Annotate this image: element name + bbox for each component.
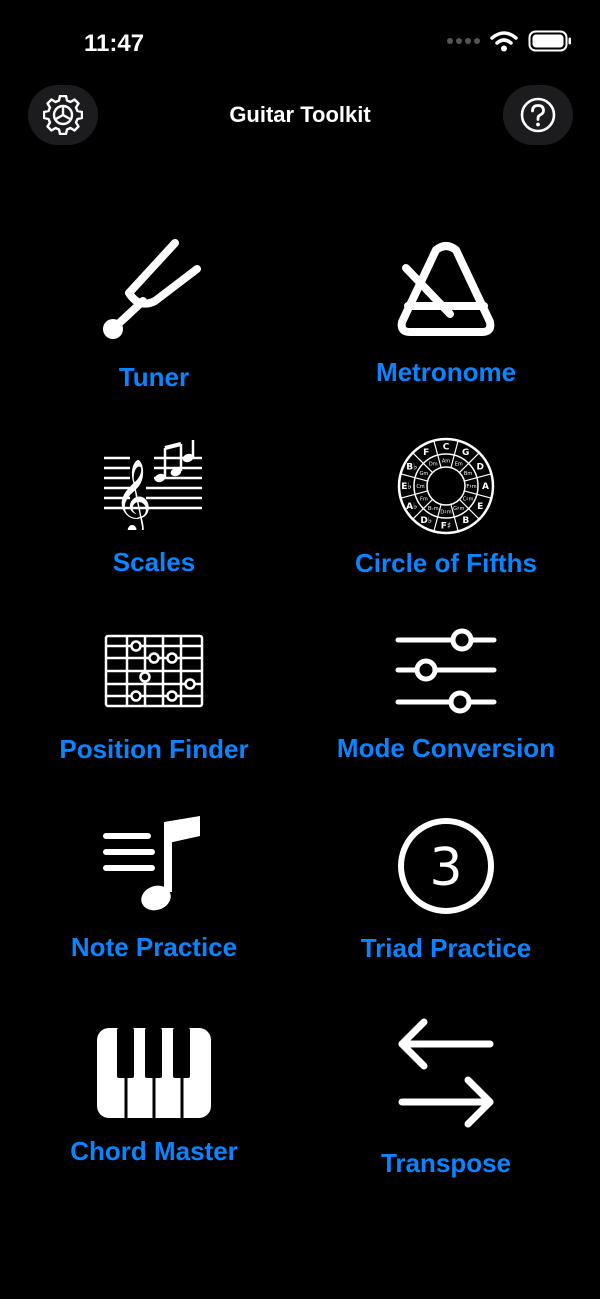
music-note-list-icon xyxy=(103,816,200,911)
tool-label-tuner: Tuner xyxy=(118,362,190,392)
tool-label-scales: Scales xyxy=(112,547,196,577)
status-icons xyxy=(446,30,572,52)
tool-label-triad-practice: Triad Practice xyxy=(360,933,532,963)
sliders-icon xyxy=(395,628,497,714)
help-button[interactable] xyxy=(503,85,573,145)
fretboard-icon xyxy=(104,634,204,708)
cof-outer-key: F♯ xyxy=(441,522,452,532)
number-3-circle-icon: 3 xyxy=(398,818,494,914)
cof-outer-key: E♭ xyxy=(401,482,411,492)
tool-mode-conversion[interactable]: Mode Conversion xyxy=(296,628,596,770)
cof-outer-key: C xyxy=(443,443,450,453)
cof-outer-key: E xyxy=(477,502,483,512)
cof-inner-key: B♭m xyxy=(428,506,439,512)
tool-tuner[interactable]: Tuner xyxy=(4,235,304,395)
tool-chord-master[interactable]: Chord Master xyxy=(4,1026,304,1176)
tool-note-practice[interactable]: Note Practice xyxy=(4,814,304,974)
svg-text:𝄞: 𝄞 xyxy=(114,460,152,530)
status-time: 11:47 xyxy=(84,30,145,57)
cof-outer-key: B♭ xyxy=(406,462,417,472)
cof-outer-key: B xyxy=(462,516,469,526)
tool-scales[interactable]: 𝄞 Scales xyxy=(4,440,304,585)
tool-triad-practice[interactable]: 3 Triad Practice xyxy=(296,815,596,975)
cof-inner-key: Am xyxy=(442,458,450,464)
cof-outer-key: F xyxy=(423,448,429,458)
tool-position-finder[interactable]: Position Finder xyxy=(4,632,304,772)
metronome-icon xyxy=(397,242,495,336)
circle-of-fifths-icon: C GDAEB F♯ D♭A♭ E♭ B♭ F Am EmBm F♯m C♯m G♯mD♯mB♭mF… xyxy=(397,437,495,535)
cof-outer-key: G xyxy=(462,448,469,458)
piano-keys-icon xyxy=(97,1028,211,1118)
cof-inner-key: Fm xyxy=(420,497,428,503)
battery-icon xyxy=(528,30,571,52)
cof-outer-key: A xyxy=(482,482,489,492)
cof-inner-key: Em xyxy=(455,462,463,468)
cellular-dots-icon xyxy=(447,38,480,44)
tool-label-circle-of-fifths: Circle of Fifths xyxy=(354,548,537,578)
wifi-icon xyxy=(490,31,518,52)
cof-outer-key: A♭ xyxy=(406,502,417,512)
tool-label-chord-master: Chord Master xyxy=(70,1136,238,1166)
cof-inner-key: D♯m xyxy=(440,509,451,515)
cof-inner-key: Cm xyxy=(416,484,424,490)
music-staff-icon: 𝄞 xyxy=(104,440,202,530)
cof-outer-key: D♭ xyxy=(420,516,432,526)
help-icon xyxy=(520,97,556,133)
cof-inner-key: Bm xyxy=(464,471,472,477)
tool-label-position-finder: Position Finder xyxy=(59,734,249,764)
status-bar: 11:47 xyxy=(0,0,600,80)
cof-inner-key: Gm xyxy=(420,471,429,477)
tool-transpose[interactable]: Transpose xyxy=(296,1018,596,1188)
cof-outer-key: D xyxy=(476,462,483,472)
tool-metronome[interactable]: Metronome xyxy=(296,240,596,395)
tool-circle-of-fifths[interactable]: C G D A E B F♯ D♭ A♭ E♭ B♭ F Am Em Bm F♯m C♯m G♯m D♯m B♭m F… xyxy=(296,436,596,584)
triad-number: 3 xyxy=(429,838,462,898)
cof-inner-key: C♯m xyxy=(463,497,474,503)
cof-inner-key: F♯m xyxy=(466,484,476,490)
arrows-left-right-icon xyxy=(398,1018,494,1128)
tool-label-transpose: Transpose xyxy=(380,1148,512,1178)
cof-inner-key: G♯m xyxy=(453,506,464,512)
tool-label-mode-conversion: Mode Conversion xyxy=(336,733,556,763)
tool-label-metronome: Metronome xyxy=(375,357,517,387)
cof-inner-key: Dm xyxy=(429,462,438,468)
tuning-fork-icon xyxy=(103,239,201,339)
tool-label-note-practice: Note Practice xyxy=(70,932,238,962)
